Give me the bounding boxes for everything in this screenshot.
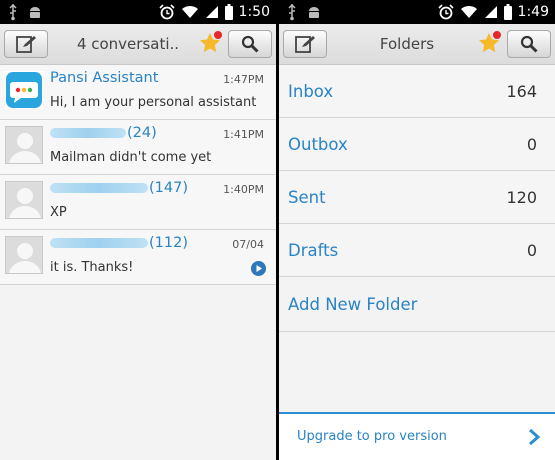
folder-label: Outbox xyxy=(288,135,348,154)
folder-count: 164 xyxy=(506,82,537,101)
conversation-name: (24) xyxy=(50,125,157,141)
chevron-right-icon xyxy=(529,428,541,446)
conversation-name: (112) xyxy=(50,235,188,251)
folder-count: 0 xyxy=(526,135,537,154)
pansi-logo-icon xyxy=(6,72,42,108)
person-icon xyxy=(9,188,41,218)
conversation-snippet: XP xyxy=(50,205,67,220)
status-bar: 1:49 xyxy=(279,0,555,24)
compose-icon xyxy=(295,36,315,53)
blurred-contact-name xyxy=(50,238,148,248)
signal-icon xyxy=(484,6,497,18)
search-button[interactable] xyxy=(228,30,272,58)
compose-icon xyxy=(16,36,36,53)
folder-item-drafts[interactable]: Drafts 0 xyxy=(279,224,555,277)
folder-item-sent[interactable]: Sent 120 xyxy=(279,171,555,224)
folder-count: 120 xyxy=(506,188,537,207)
alarm-icon xyxy=(437,4,454,20)
conversation-item[interactable]: (24) 1:41PM Mailman didn't come yet xyxy=(0,120,276,175)
contact-avatar xyxy=(5,126,43,164)
contact-avatar xyxy=(5,236,43,274)
blurred-contact-name xyxy=(50,128,126,138)
status-bar: 1:50 xyxy=(0,0,276,24)
conversation-time: 1:41PM xyxy=(223,128,264,141)
folder-count: 0 xyxy=(526,241,537,260)
conversation-snippet: it is. Thanks! xyxy=(50,260,134,275)
upgrade-label: Upgrade to pro version xyxy=(297,429,447,444)
upgrade-button[interactable]: Upgrade to pro version xyxy=(279,412,555,460)
wifi-icon xyxy=(460,5,477,18)
status-time: 1:50 xyxy=(238,4,270,20)
usb-icon xyxy=(9,3,17,21)
folder-item-outbox[interactable]: Outbox 0 xyxy=(279,118,555,171)
wifi-icon xyxy=(181,5,198,18)
compose-button[interactable] xyxy=(4,30,48,58)
battery-icon xyxy=(503,4,512,20)
usb-icon xyxy=(288,3,296,21)
android-icon xyxy=(309,7,319,18)
conversation-name: Pansi Assistant xyxy=(50,70,159,86)
folder-label: Sent xyxy=(288,188,326,207)
conversation-item[interactable]: (147) 1:40PM XP xyxy=(0,175,276,230)
search-icon xyxy=(520,35,538,53)
compose-button[interactable] xyxy=(283,30,327,58)
person-icon xyxy=(9,243,41,273)
conversation-item-pansi[interactable]: Pansi Assistant 1:47PM Hi, I am your per… xyxy=(0,65,276,120)
conversation-time: 07/04 xyxy=(232,238,264,251)
search-button[interactable] xyxy=(507,30,551,58)
folder-label: Inbox xyxy=(288,82,334,101)
conversation-time: 1:47PM xyxy=(223,73,264,86)
person-icon xyxy=(9,133,41,163)
folder-label: Drafts xyxy=(288,241,339,260)
star-icon[interactable] xyxy=(198,30,224,56)
action-bar: Folders xyxy=(279,24,555,65)
play-icon[interactable] xyxy=(251,261,266,276)
conversation-name: (147) xyxy=(50,180,188,196)
add-folder-label: Add New Folder xyxy=(288,295,418,314)
message-count: (24) xyxy=(127,125,157,141)
conversations-screen: 1:50 4 conversati.. Pansi Assistant 1:47… xyxy=(0,0,276,460)
conversation-snippet: Hi, I am your personal assistant xyxy=(50,95,257,110)
add-new-folder-button[interactable]: Add New Folder xyxy=(279,277,555,332)
status-time: 1:49 xyxy=(517,4,549,20)
search-icon xyxy=(241,35,259,53)
message-count: (147) xyxy=(149,180,188,196)
blurred-contact-name xyxy=(50,183,148,193)
conversation-item[interactable]: (112) 07/04 it is. Thanks! xyxy=(0,230,276,285)
contact-avatar xyxy=(5,181,43,219)
folder-item-inbox[interactable]: Inbox 164 xyxy=(279,65,555,118)
page-title: 4 conversati.. xyxy=(76,35,180,53)
star-icon[interactable] xyxy=(477,30,503,56)
alarm-icon xyxy=(158,4,175,20)
action-bar: 4 conversati.. xyxy=(0,24,276,65)
pansi-avatar xyxy=(5,71,43,109)
android-icon xyxy=(30,7,40,18)
conversation-snippet: Mailman didn't come yet xyxy=(50,150,212,165)
page-title: Folders xyxy=(379,35,435,53)
conversation-time: 1:40PM xyxy=(223,183,264,196)
folders-screen: 1:49 Folders Inbox 164 Outbox 0 Sent 120… xyxy=(279,0,555,460)
battery-icon xyxy=(224,4,233,20)
message-count: (112) xyxy=(149,235,188,251)
signal-icon xyxy=(205,6,218,18)
